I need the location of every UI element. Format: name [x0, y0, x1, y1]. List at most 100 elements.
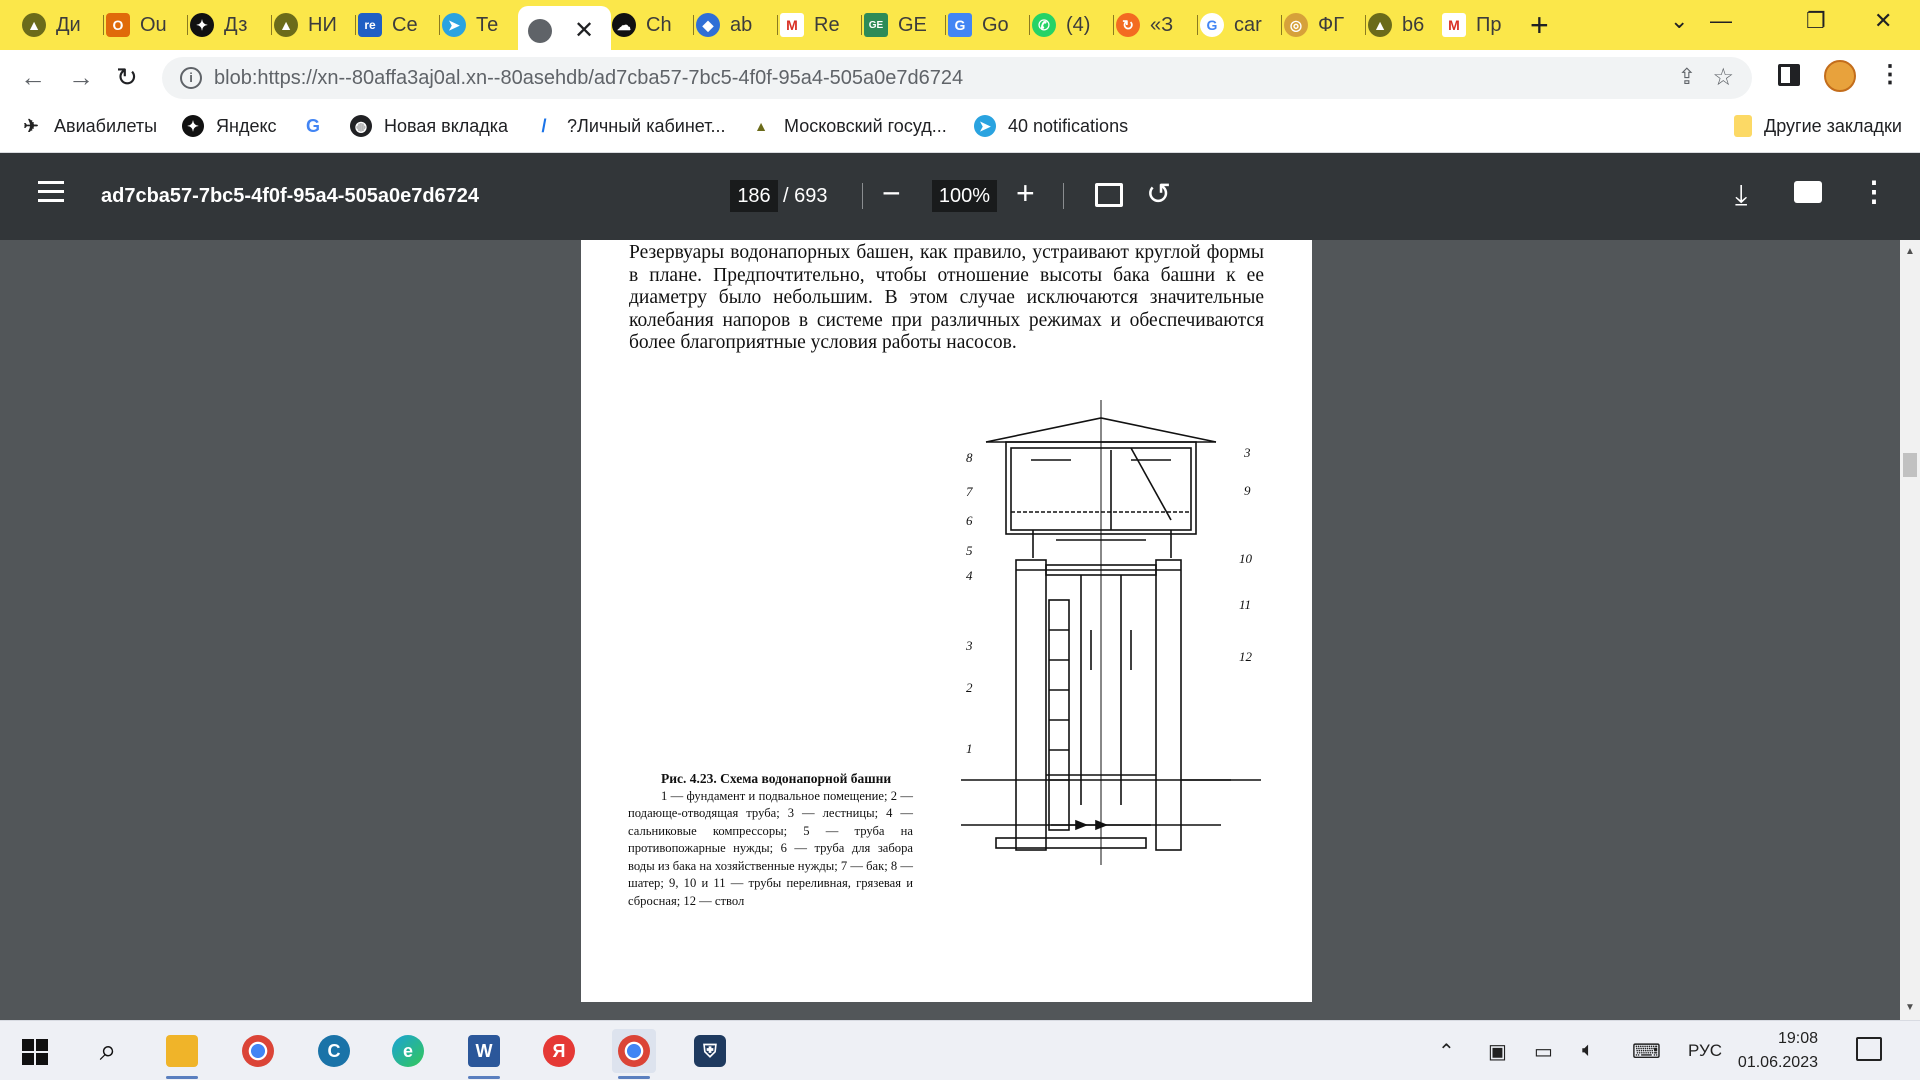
bookmark-star-icon[interactable]: ☆: [1712, 63, 1734, 92]
caption-title: Рис. 4.23. Схема водонапорной башни: [661, 771, 892, 786]
tab-9[interactable]: ◆ ab: [696, 9, 778, 41]
folder-icon: [166, 1035, 198, 1067]
chevron-up-icon[interactable]: ⌃: [1438, 1039, 1455, 1064]
tab-15[interactable]: G car: [1200, 9, 1282, 41]
meet-icon[interactable]: ▣: [1488, 1039, 1507, 1064]
academic-cap-icon: ▲: [274, 13, 298, 37]
tab-2[interactable]: O Ou: [106, 9, 188, 41]
clock[interactable]: 19:08 01.06.2023: [1728, 1027, 1818, 1075]
emblem-icon: ◎: [1284, 13, 1308, 37]
taskbar-chrome-profile[interactable]: [612, 1029, 656, 1079]
tab-active[interactable]: ✕: [518, 6, 611, 50]
telegram-icon: ➤: [974, 115, 996, 137]
other-bookmarks[interactable]: Другие закладки: [1734, 115, 1902, 137]
zoom-in-button[interactable]: +: [1016, 175, 1035, 212]
tab-18[interactable]: M Пр: [1442, 9, 1514, 41]
address-bar[interactable]: i blob:https://xn--80affa3aj0al.xn--80as…: [162, 57, 1752, 99]
zoom-input[interactable]: 100%: [932, 180, 997, 212]
figure-caption: Рис. 4.23. Схема водонапорной башни 1 — …: [628, 770, 913, 910]
restore-button[interactable]: ❐: [1806, 8, 1826, 34]
re-icon: re: [358, 13, 382, 37]
abby-icon: ◆: [696, 13, 720, 37]
scrollbar[interactable]: ▲ ▼: [1900, 240, 1920, 1020]
tab-6[interactable]: ➤ Те: [442, 9, 516, 41]
tab-1[interactable]: ▲ Ди: [22, 9, 104, 41]
bookmark-item[interactable]: ▲ Московский госуд...: [750, 115, 947, 137]
bookmark-item[interactable]: / ?Личный кабинет...: [533, 115, 725, 137]
rotate-icon[interactable]: ↺: [1146, 177, 1171, 212]
tab-8[interactable]: ☁ Ch: [612, 9, 694, 41]
more-options-icon[interactable]: ⋮: [1860, 175, 1888, 208]
taskbar-chrome[interactable]: [236, 1029, 280, 1073]
taskbar-app-c[interactable]: C: [312, 1029, 356, 1073]
side-panel-button[interactable]: [1778, 64, 1800, 86]
tab-search-chevron-icon[interactable]: ⌄: [1670, 8, 1688, 34]
avatar[interactable]: [1824, 60, 1856, 92]
new-tab-button[interactable]: +: [1530, 8, 1549, 42]
print-icon[interactable]: [1794, 181, 1822, 203]
word-icon: W: [468, 1035, 500, 1067]
tab-10[interactable]: M Re: [780, 9, 862, 41]
bookmark-label: Московский госуд...: [784, 115, 947, 136]
site-info-icon[interactable]: i: [180, 67, 202, 89]
battery-icon[interactable]: ▭: [1534, 1039, 1553, 1064]
ge-icon: GE: [864, 13, 888, 37]
bookmark-label: Новая вкладка: [384, 115, 509, 136]
scroll-thumb[interactable]: [1903, 453, 1917, 477]
tab-title: GE: [898, 13, 927, 36]
tab-17[interactable]: ▲ b6: [1368, 9, 1450, 41]
minimize-button[interactable]: —: [1710, 8, 1732, 34]
taskbar: ⌕ C e W Я ⛨ ⌃ ▣ ▭ 🔈︎ ⌨ РУС 19:08 01.06.2…: [0, 1020, 1920, 1080]
bookmark-item[interactable]: ◍ Новая вкладка: [350, 115, 508, 137]
start-button[interactable]: [22, 1039, 48, 1065]
tab-11[interactable]: GE GE: [864, 9, 946, 41]
tab-5[interactable]: re Се: [358, 9, 440, 41]
browser-menu-button[interactable]: ⋮: [1878, 60, 1902, 89]
tab-3[interactable]: ✦ Дз: [190, 9, 272, 41]
tab-4[interactable]: ▲ НИ: [274, 9, 356, 41]
back-button[interactable]: ←: [20, 62, 46, 92]
zoom-out-button[interactable]: −: [882, 175, 901, 212]
taskbar-word[interactable]: W: [462, 1029, 506, 1079]
tab-13[interactable]: ✆ (4): [1032, 9, 1114, 41]
academic-cap-icon: ▲: [754, 118, 768, 134]
reload-button[interactable]: ↻: [116, 62, 138, 92]
label-3-right: 3: [1243, 445, 1251, 460]
label-5: 5: [966, 543, 973, 558]
taskbar-vpn[interactable]: ⛨: [688, 1029, 732, 1073]
outlook-icon: O: [106, 13, 130, 37]
taskbar-edge[interactable]: e: [386, 1029, 430, 1073]
notifications-icon[interactable]: [1856, 1037, 1882, 1061]
share-icon[interactable]: ⇪: [1678, 64, 1696, 90]
menu-icon[interactable]: [38, 181, 64, 203]
fit-page-icon[interactable]: [1095, 183, 1123, 207]
taskbar-explorer[interactable]: [160, 1029, 204, 1079]
bookmark-label: ?Личный кабинет...: [567, 115, 726, 136]
download-icon[interactable]: ⤓: [1735, 179, 1747, 212]
tab-14[interactable]: ↻ «З: [1116, 9, 1198, 41]
tab-12[interactable]: G Go: [948, 9, 1030, 41]
bookmark-item[interactable]: ➤ 40 notifications: [974, 115, 1128, 137]
bookmark-item[interactable]: ✈ Авиабилеты: [20, 115, 157, 137]
close-icon[interactable]: ✕: [574, 16, 594, 45]
tab-title: ab: [730, 13, 753, 36]
page-number-input[interactable]: 186: [730, 180, 778, 212]
language-indicator[interactable]: РУС: [1688, 1041, 1722, 1061]
tab-16[interactable]: ◎ ФГ: [1284, 9, 1366, 41]
volume-icon[interactable]: 🔈︎: [1582, 1039, 1594, 1062]
tab-title: НИ: [308, 13, 337, 36]
close-window-button[interactable]: ✕: [1874, 8, 1892, 34]
scroll-down-icon[interactable]: ▼: [1905, 1002, 1915, 1013]
bookmark-item[interactable]: G: [302, 115, 336, 137]
taskbar-search[interactable]: ⌕: [86, 1029, 130, 1073]
edge-icon: e: [392, 1035, 424, 1067]
scroll-up-icon[interactable]: ▲: [1905, 246, 1915, 257]
keyboard-icon[interactable]: ⌨: [1632, 1039, 1661, 1064]
telegram-icon: ➤: [442, 13, 466, 37]
forward-button[interactable]: →: [68, 62, 94, 92]
tab-title: Те: [476, 13, 499, 36]
bookmark-item[interactable]: ✦ Яндекс: [182, 115, 277, 137]
taskbar-yandex[interactable]: Я: [537, 1029, 581, 1073]
url-text[interactable]: blob:https://xn--80affa3aj0al.xn--80aseh…: [214, 67, 963, 90]
pdf-viewer[interactable]: Резервуары водонапорных башен, как прави…: [0, 240, 1920, 1020]
